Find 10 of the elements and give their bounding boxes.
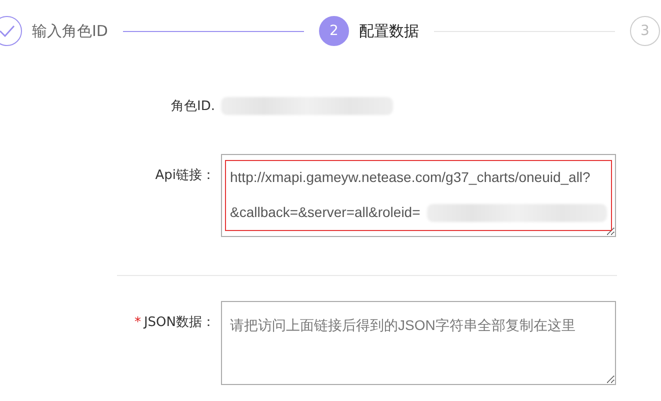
field-label: 角色ID. bbox=[171, 98, 215, 115]
step-label: 输入角色ID bbox=[32, 22, 108, 40]
field-label: JSON数据： bbox=[144, 314, 215, 331]
step-circle: 2 bbox=[319, 16, 349, 46]
step-circle: 3 bbox=[630, 16, 660, 46]
field-label: Api链接： bbox=[155, 168, 215, 183]
required-mark: * bbox=[134, 315, 141, 330]
check-icon bbox=[0, 25, 15, 37]
step-label: 配置数据 bbox=[359, 22, 419, 40]
json-data-field[interactable]: 请把访问上面链接后得到的JSON字符串全部复制在这里 bbox=[221, 301, 616, 385]
